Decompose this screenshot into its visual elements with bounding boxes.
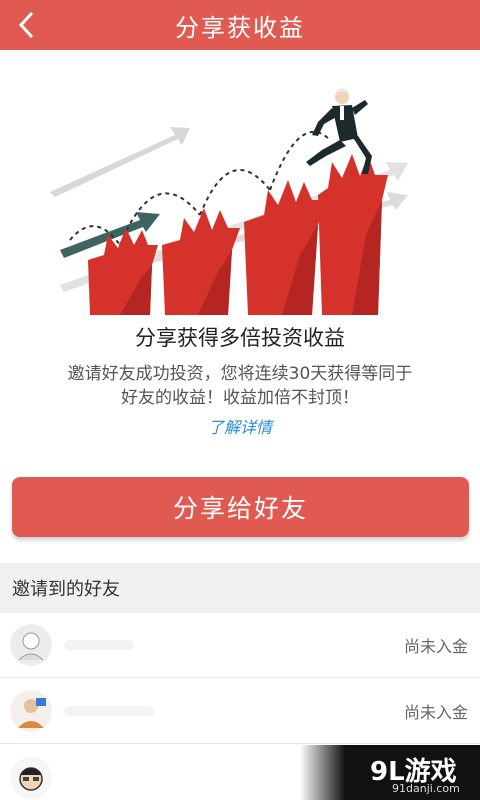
friend-status: 尚未入金 [403,703,468,722]
friend-name-blurred [64,640,134,650]
promo-desc-line-1: 邀请好友成功投资，您将连续30天获得等同于 [67,364,413,384]
invited-friends-header: 邀请到的好友 [0,563,480,613]
chevron-left-icon[interactable] [10,8,44,42]
friend-avatar [10,624,52,666]
friend-row[interactable]: 尚未入金 [0,613,480,678]
friend-status: 尚未入金 [403,637,468,656]
friend-avatar [10,756,52,799]
share-to-friends-button[interactable]: 分享给好友 [12,477,469,537]
friend-name-blurred [64,706,154,716]
learn-more-link[interactable]: 了解详情 [0,414,480,438]
promo-desc-line-2: 好友的收益！收益加倍不封顶！ [121,388,359,408]
growth-illustration [50,88,408,315]
friend-avatar [10,690,52,732]
page-title: 分享获收益 [175,13,305,42]
friend-row[interactable]: 尚未入金 [0,679,480,744]
top-bar: 分享获收益 [0,0,480,50]
promo-description: 邀请好友成功投资，您将连续30天获得等同于 好友的收益！收益加倍不封顶！ [40,362,440,410]
promo-headline: 分享获得多倍投资收益 [135,326,345,350]
watermark-url: 91danji.com [392,782,460,795]
